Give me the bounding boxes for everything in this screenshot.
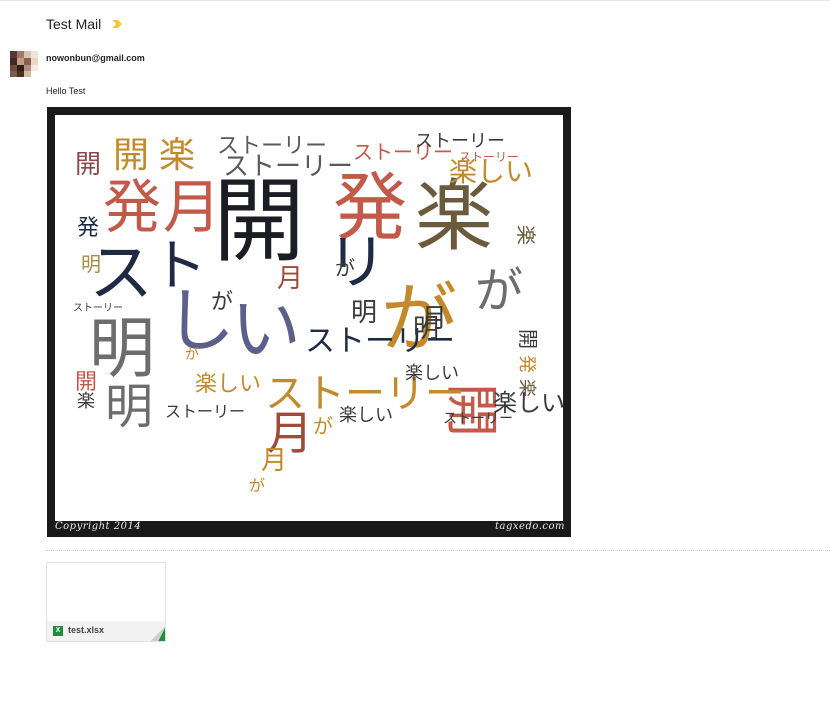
copyright-notice: Copyright 2014	[55, 521, 142, 532]
watermark-site: tagxedo.com	[495, 521, 565, 532]
word-tsuki-mid-1: 月	[277, 264, 303, 294]
attachment-footer[interactable]: X test.xlsx	[47, 621, 165, 641]
word-kai-right-small: 開	[516, 329, 540, 349]
word-ga-right: が	[475, 263, 523, 319]
sender-avatar[interactable]	[10, 51, 38, 77]
word-shii-low: 楽しい	[493, 389, 563, 417]
word-ga-low-2: が	[249, 476, 265, 495]
attachment-preview[interactable]	[47, 563, 165, 621]
page-fold-icon	[151, 627, 165, 641]
word-tsuki-low: 月	[261, 446, 287, 476]
word-raku-right: 楽	[514, 225, 538, 245]
word-story-top-4: ストーリー	[415, 131, 505, 152]
word-ga-mid-2: が	[335, 256, 355, 280]
word-raku-top: 楽	[159, 135, 195, 176]
email-body-text: Hello Test	[46, 86, 86, 96]
word-cloud-svg: 開 発 楽 発 月 ス ト リ し い が 開 が 明 明 月 開 開 楽 スト…	[73, 131, 563, 495]
top-divider	[0, 0, 830, 1]
word-cloud-image[interactable]: 開 発 楽 発 月 ス ト リ し い が 開 が 明 明 月 開 開 楽 スト…	[47, 107, 571, 537]
word-shii-right: 楽しい	[449, 155, 533, 188]
word-hatsu-left: 発	[77, 216, 99, 241]
word-shii-mid: 楽しい	[195, 372, 261, 397]
word-hatsu-medium: 発	[103, 173, 161, 241]
word-story-bottom-2: ストーリー	[165, 402, 245, 421]
word-story-left: ストーリー	[73, 303, 123, 314]
sender-email[interactable]: nowonbun@gmail.com	[46, 53, 145, 63]
word-tsuki-mid-2: 月	[421, 304, 447, 334]
word-hatsu-right: 発	[516, 355, 537, 373]
word-kai-left: 開	[75, 150, 101, 180]
word-story-top-2: ストーリー	[223, 152, 353, 182]
word-shii-mid-2: 楽しい	[405, 363, 459, 384]
word-ga-low-1: が	[313, 414, 333, 438]
word-mei-medium: 明	[105, 379, 153, 435]
word-mei-mid-1: 明	[351, 298, 377, 328]
attachment-divider	[46, 550, 830, 551]
word-mei-large: 明	[89, 310, 155, 387]
word-kai-left-small: 開	[75, 370, 97, 395]
word-shii-low-2: 楽しい	[339, 405, 393, 426]
attachment-filename[interactable]: test.xlsx	[68, 625, 104, 635]
word-kai-top: 開	[113, 135, 149, 176]
email-subject: Test Mail	[46, 16, 102, 32]
word-ga-mid-1: が	[211, 290, 233, 315]
word-tsuki-medium: 月	[163, 173, 221, 241]
word-cloud-canvas: 開 発 楽 発 月 ス ト リ し い が 開 が 明 明 月 開 開 楽 スト…	[55, 115, 563, 521]
word-mei-left: 明	[81, 252, 101, 276]
importance-marker-icon[interactable]	[111, 17, 123, 31]
spreadsheet-icon: X	[53, 626, 63, 636]
word-kai-large: 開	[213, 168, 305, 275]
word-ga-low-3: が	[185, 347, 199, 363]
word-i-large: い	[231, 288, 301, 370]
attachment-card[interactable]: X test.xlsx	[46, 562, 166, 642]
